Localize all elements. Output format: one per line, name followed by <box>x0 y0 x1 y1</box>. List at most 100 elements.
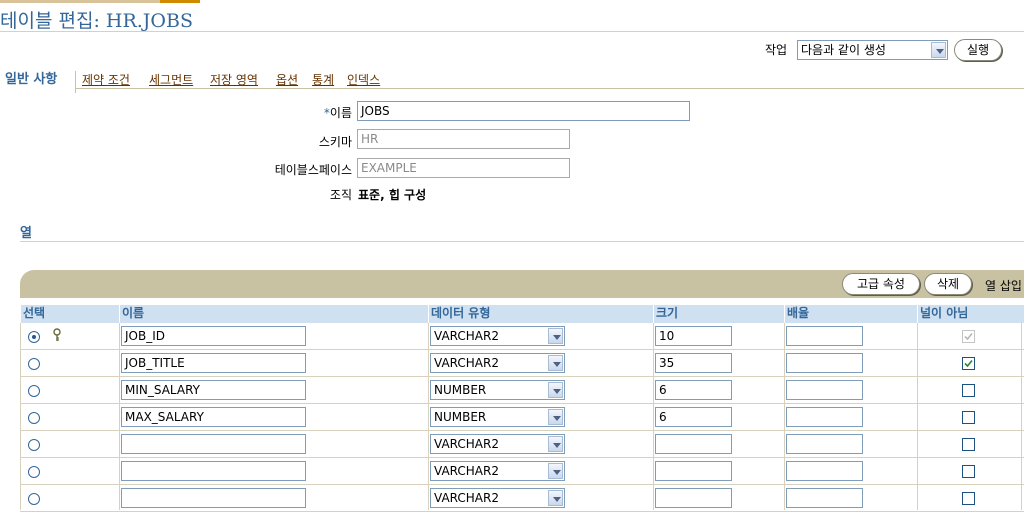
scale-input[interactable] <box>786 380 863 400</box>
column-grid-line <box>428 323 429 510</box>
title-divider <box>0 31 1024 32</box>
size-input[interactable] <box>655 488 732 508</box>
tablespace-label: 테이블스페이스 <box>274 163 352 177</box>
size-input[interactable] <box>655 461 732 481</box>
datatype-select-value: VARCHAR2 <box>434 356 499 370</box>
datatype-select[interactable]: VARCHAR2 <box>430 488 565 508</box>
column-name-input[interactable] <box>121 488 306 508</box>
datatype-select-value: VARCHAR2 <box>434 437 499 451</box>
chevron-down-icon <box>548 490 563 506</box>
size-input[interactable]: 10 <box>655 326 732 346</box>
tab-separator <box>75 71 76 93</box>
chevron-down-icon <box>548 328 563 344</box>
datatype-select[interactable]: NUMBER <box>430 407 565 427</box>
datatype-select[interactable]: VARCHAR2 <box>430 326 565 346</box>
column-grid-line <box>20 323 21 510</box>
delete-button[interactable]: 삭제 <box>924 273 972 295</box>
column-grid-line <box>653 323 654 510</box>
key-icon <box>52 328 62 342</box>
not-null-checkbox[interactable] <box>962 411 975 424</box>
chevron-down-icon <box>548 382 563 398</box>
row-divider <box>20 457 1024 458</box>
not-null-checkbox[interactable] <box>962 492 975 505</box>
schema-label: 스키마 <box>318 135 352 149</box>
not-null-checkbox[interactable] <box>962 384 975 397</box>
column-grid-line <box>784 323 785 510</box>
column-name-input[interactable]: JOB_TITLE <box>121 353 306 373</box>
action-label: 작업 <box>765 43 788 57</box>
row-divider <box>20 430 1024 431</box>
row-select-radio[interactable] <box>28 466 40 478</box>
scale-input[interactable] <box>786 488 863 508</box>
tab-segments[interactable]: 세그먼트 <box>149 71 193 89</box>
size-input[interactable]: 6 <box>655 380 732 400</box>
column-name-input[interactable]: MIN_SALARY <box>121 380 306 400</box>
top-accent-left <box>0 0 160 3</box>
column-header-scale: 배율 <box>784 305 917 323</box>
row-select-radio[interactable] <box>28 412 40 424</box>
not-null-checkbox[interactable] <box>962 438 975 451</box>
page-title: 테이블 편집: HR.JOBS <box>0 10 193 32</box>
datatype-select[interactable]: VARCHAR2 <box>430 461 565 481</box>
tab-general[interactable]: 일반 사항 <box>0 71 62 93</box>
advanced-attributes-button[interactable]: 고급 속성 <box>842 273 920 295</box>
scale-input[interactable] <box>786 353 863 373</box>
datatype-select-value: VARCHAR2 <box>434 491 499 505</box>
column-header-name: 이름 <box>119 305 428 323</box>
datatype-select-value: VARCHAR2 <box>434 329 499 343</box>
tab-statistics[interactable]: 통계 <box>312 71 334 89</box>
row-divider <box>20 403 1024 404</box>
action-select-value: 다음과 같이 생성 <box>801 43 886 57</box>
datatype-select[interactable]: VARCHAR2 <box>430 353 565 373</box>
size-input[interactable]: 35 <box>655 353 732 373</box>
column-grid-line <box>1021 323 1022 510</box>
scale-input[interactable] <box>786 434 863 454</box>
tab-indexes[interactable]: 인덱스 <box>347 71 380 89</box>
not-null-checkbox[interactable] <box>962 465 975 478</box>
size-input[interactable] <box>655 434 732 454</box>
row-select-radio[interactable] <box>28 331 40 343</box>
row-select-radio[interactable] <box>28 439 40 451</box>
row-select-radio[interactable] <box>28 493 40 505</box>
datatype-select-value: VARCHAR2 <box>434 464 499 478</box>
tab-options[interactable]: 옵션 <box>276 71 298 89</box>
row-select-radio[interactable] <box>28 385 40 397</box>
row-select-radio[interactable] <box>28 358 40 370</box>
datatype-select-value: NUMBER <box>434 410 487 424</box>
action-select[interactable]: 다음과 같이 생성 <box>797 40 948 60</box>
column-name-input[interactable]: JOB_ID <box>121 326 306 346</box>
column-header-not-null: 널이 아님 <box>917 305 1024 323</box>
column-grid-line <box>119 323 120 510</box>
columns-section-title: 열 <box>20 226 32 241</box>
not-null-checkbox <box>962 330 975 343</box>
schema-field: HR <box>357 129 570 149</box>
name-label-text: 이름 <box>329 106 352 120</box>
column-header-datatype: 데이터 유형 <box>428 305 653 323</box>
row-divider <box>20 349 1024 350</box>
columns-section-divider <box>20 241 1024 242</box>
scale-input[interactable] <box>786 407 863 427</box>
column-grid-line <box>917 323 918 510</box>
tab-constraints[interactable]: 제약 조건 <box>82 71 130 89</box>
go-button[interactable]: 실행 <box>954 39 1002 61</box>
column-name-input[interactable] <box>121 461 306 481</box>
row-divider <box>20 484 1024 485</box>
chevron-down-icon <box>548 436 563 452</box>
insert-column-label[interactable]: 열 삽입 <box>985 277 1022 294</box>
table-name-input[interactable]: JOBS <box>357 101 690 121</box>
scale-input[interactable] <box>786 326 863 346</box>
datatype-select[interactable]: VARCHAR2 <box>430 434 565 454</box>
tablespace-field: EXAMPLE <box>357 158 570 178</box>
tab-storage[interactable]: 저장 영역 <box>210 71 258 89</box>
datatype-select[interactable]: NUMBER <box>430 380 565 400</box>
column-name-input[interactable]: MAX_SALARY <box>121 407 306 427</box>
scale-input[interactable] <box>786 461 863 481</box>
column-header-size: 크기 <box>653 305 784 323</box>
organization-value: 표준, 힙 구성 <box>358 188 427 202</box>
datatype-select-value: NUMBER <box>434 383 487 397</box>
column-name-input[interactable] <box>121 434 306 454</box>
name-label: *이름 <box>324 104 352 121</box>
not-null-checkbox[interactable] <box>962 357 975 370</box>
size-input[interactable]: 6 <box>655 407 732 427</box>
top-accent-right <box>160 0 200 3</box>
